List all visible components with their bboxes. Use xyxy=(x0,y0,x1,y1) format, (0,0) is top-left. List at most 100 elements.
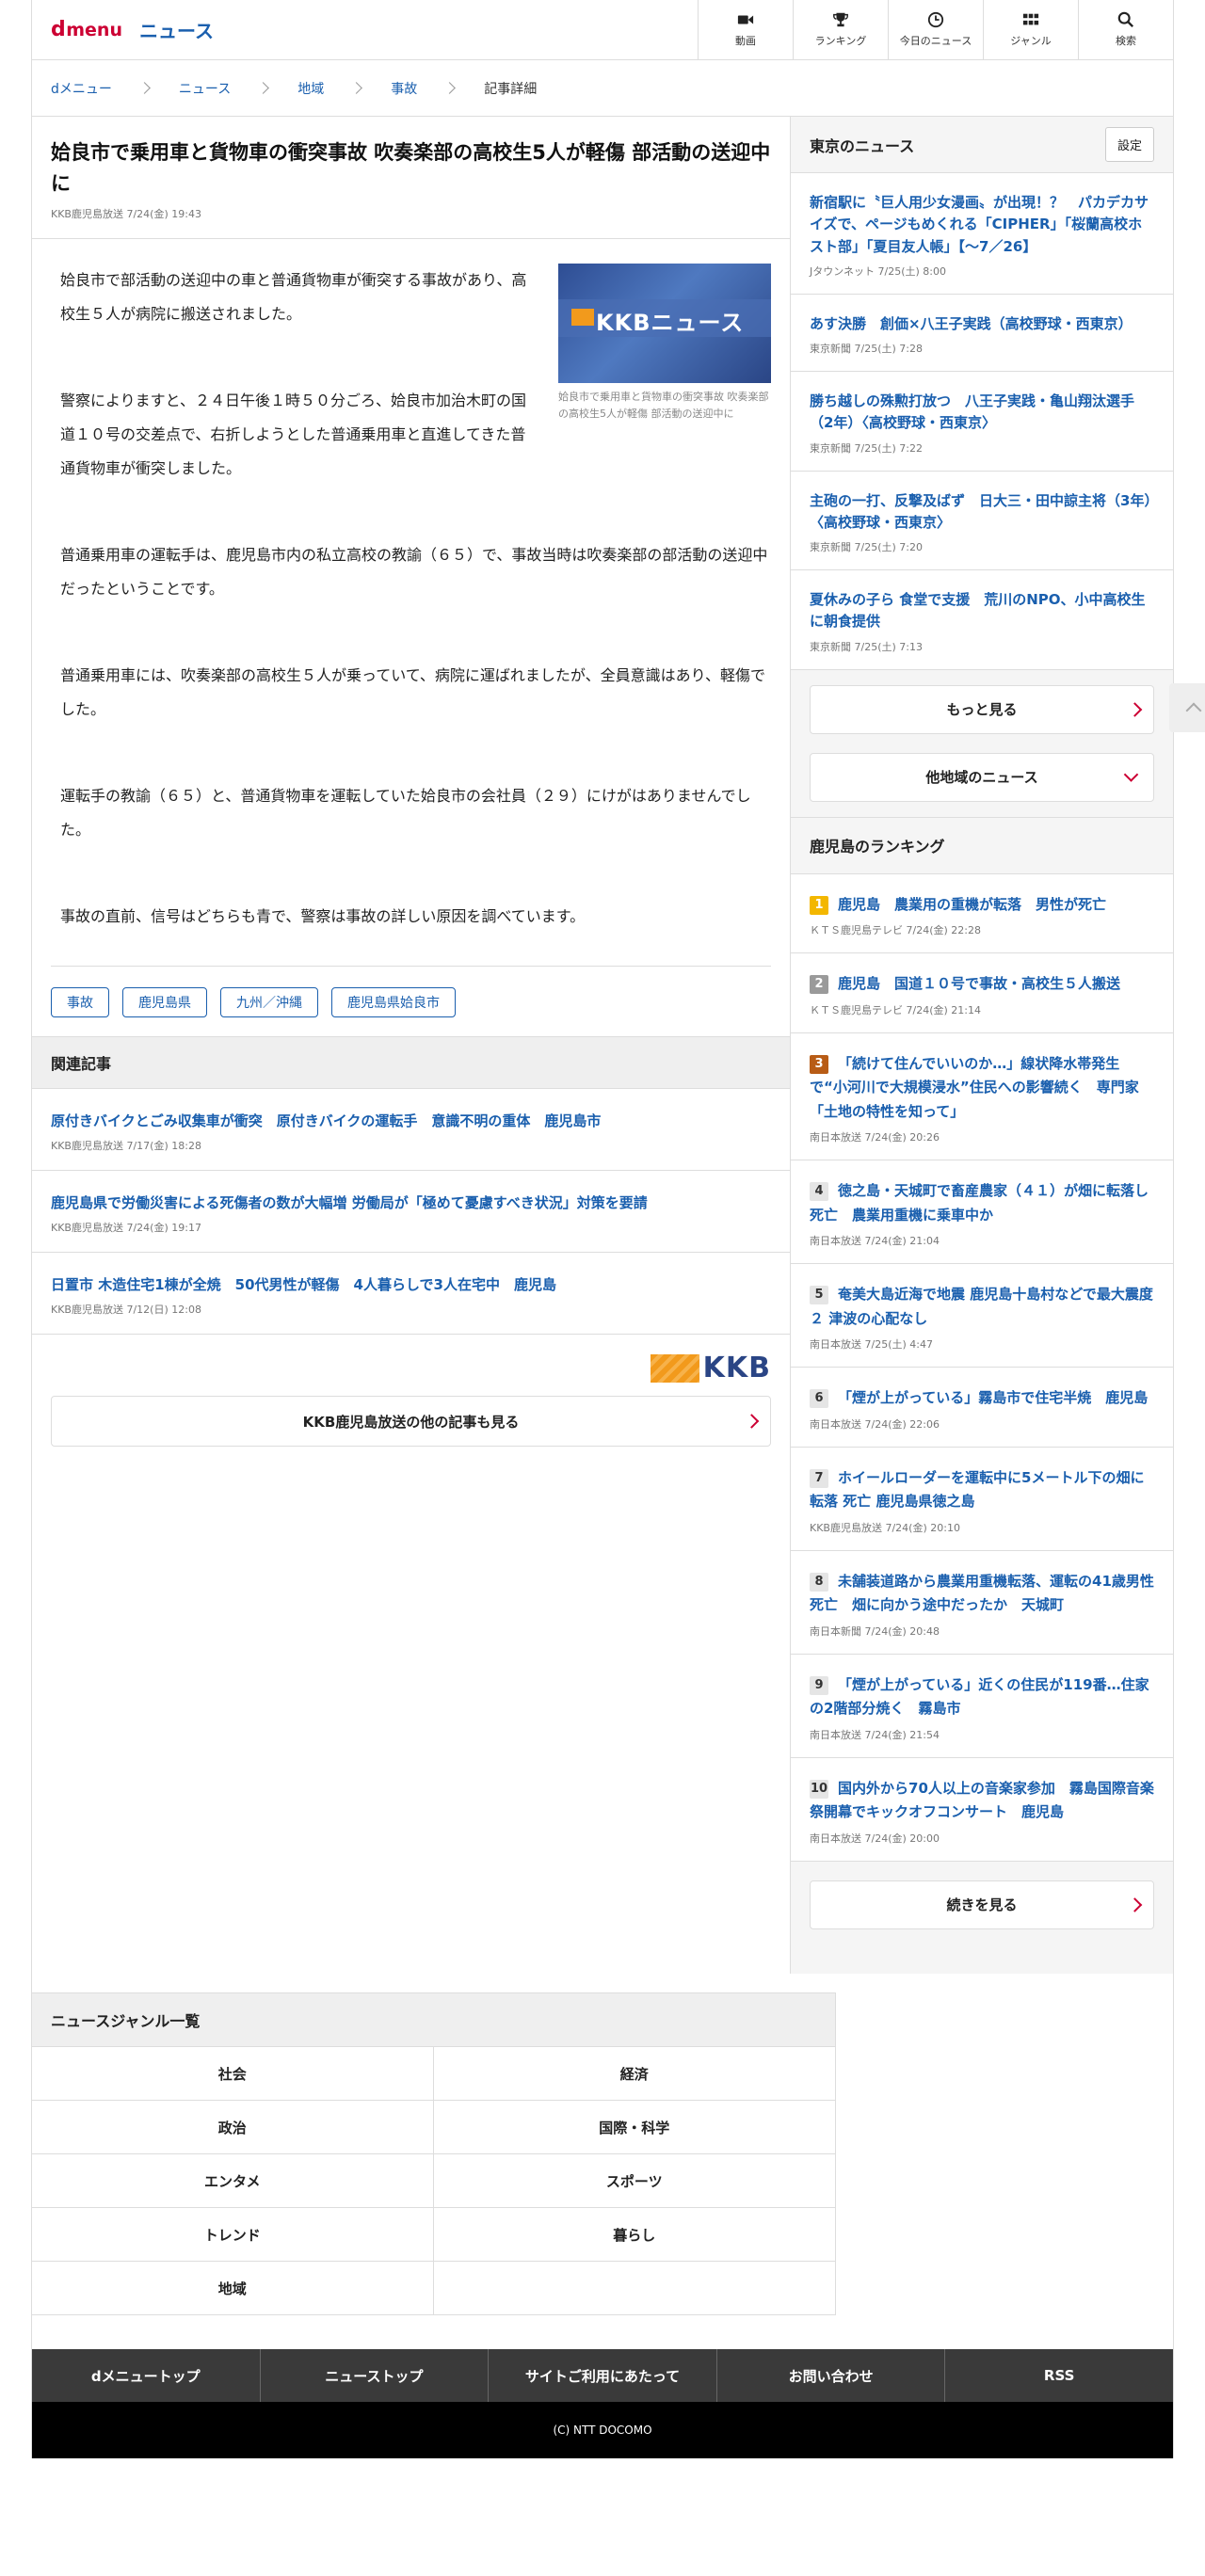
tag-accident[interactable]: 事故 xyxy=(51,987,109,1018)
other-region-button[interactable]: 他地域のニュース xyxy=(810,752,1154,802)
main-spacer xyxy=(32,1447,790,1974)
breadcrumb: dメニュー ニュース 地域 事故 記事詳細 xyxy=(32,60,1173,117)
related-item[interactable]: 原付きバイクとごみ収集車が衝突 原付きバイクの運転手 意識不明の重体 鹿児島市 … xyxy=(32,1089,790,1172)
breadcrumb-chevron-icon xyxy=(257,82,270,94)
content-columns: 姶良市で乗用車と貨物車の衝突事故 吹奏楽部の高校生5人が軽傷 部活動の送迎中に … xyxy=(32,117,1173,1975)
breadcrumb-dmenu[interactable]: dメニュー xyxy=(51,79,112,98)
tokyo-news-title: 新宿駅に〝巨人用少女漫画〟が出現！？ パカデカサイズで、ページもめくれる「CIP… xyxy=(810,194,1149,255)
nav-search[interactable]: 検索 xyxy=(1078,0,1173,59)
related-item[interactable]: 鹿児島県で労働災害による死傷者の数が大幅増 労働局が「極めて憂慮すべき状況」対策… xyxy=(32,1171,790,1254)
page-top-button[interactable] xyxy=(1169,683,1205,732)
provider-logo[interactable]: KKB xyxy=(32,1335,790,1396)
breadcrumb-accident[interactable]: 事故 xyxy=(391,79,417,98)
ranking-item[interactable]: 2 鹿児島 国道１０号で事故・高校生５人搬送 ＫＴＳ鹿児島テレビ 7/24(金) 2… xyxy=(791,953,1173,1033)
ranking-item-title: 2 鹿児島 国道１０号で事故・高校生５人搬送 xyxy=(810,972,1154,997)
genre-entertainment[interactable]: エンタメ xyxy=(32,2154,434,2209)
genre-politics[interactable]: 政治 xyxy=(32,2101,434,2155)
site-header: d menu ニュース 動画 ランキング 今日のニュース ジャンル 検索 xyxy=(32,0,1173,60)
ranking-item-title: 4 徳之島・天城町で畜産農家（４１）が畑に転落し死亡 農業用重機に乗車中か xyxy=(810,1179,1154,1227)
footer-dmenu-top[interactable]: dメニュートップ xyxy=(32,2349,261,2403)
tag-aira[interactable]: 鹿児島県姶良市 xyxy=(331,987,456,1018)
ranking-item[interactable]: 4 徳之島・天城町で畜産農家（４１）が畑に転落し死亡 農業用重機に乗車中か 南日本放… xyxy=(791,1160,1173,1264)
rank-badge: 8 xyxy=(810,1572,828,1592)
ranking-item[interactable]: 5 奄美大島近海で地震 鹿児島十島村などで最大震度２ 津波の心配なし 南日本放送 7… xyxy=(791,1264,1173,1368)
nav-genre-label: ジャンル xyxy=(1010,35,1052,47)
ranking-item[interactable]: 6 「煙が上がっている」霧島市で住宅半焼 鹿児島南日本放送 7/24(金) 22:… xyxy=(791,1368,1173,1448)
ranking-item-text: 「煙が上がっている」霧島市で住宅半焼 鹿児島 xyxy=(838,1389,1149,1406)
nav-genre[interactable]: ジャンル xyxy=(983,0,1078,59)
clock-icon xyxy=(927,11,944,28)
settings-button[interactable]: 設定 xyxy=(1104,127,1154,162)
tokyo-news-item[interactable]: 主砲の一打、反撃及ばず 日大三・田中諒主将（3年）〈高校野球・西東京〉 東京新聞… xyxy=(791,471,1173,570)
search-icon xyxy=(1117,11,1134,28)
ranking-item-text: 未舗装道路から農業用重機転落、運転の41歳男性死亡 畑に向かう途中だったか 天城… xyxy=(810,1572,1154,1614)
ranking-heading: 鹿児島のランキング xyxy=(810,838,945,856)
tag-kagoshima[interactable]: 鹿児島県 xyxy=(122,987,207,1018)
provider-more-button[interactable]: KKB鹿児島放送の他の記事も見る xyxy=(51,1396,771,1448)
article-paragraph: 普通乗用車の運転手は、鹿児島市内の私立高校の教諭（６５）で、事故当時は吹奏楽部の… xyxy=(60,546,768,599)
tokyo-news-header: 東京のニュース 設定 xyxy=(791,117,1173,173)
footer-terms[interactable]: サイトご利用にあたって xyxy=(489,2349,717,2403)
chevron-down-icon xyxy=(1123,766,1139,782)
nav-ranking[interactable]: ランキング xyxy=(793,0,888,59)
genre-region[interactable]: 地域 xyxy=(32,2262,434,2316)
ranking-item[interactable]: 8 未舗装道路から農業用重機転落、運転の41歳男性死亡 畑に向かう途中だったか 天… xyxy=(791,1550,1173,1655)
breadcrumb-current: 記事詳細 xyxy=(484,81,538,97)
ranking-item[interactable]: 9 「煙が上がっている」近くの住民が119番…住家の2階部分焼く 霧島市 南日本放送… xyxy=(791,1654,1173,1758)
tokyo-news-item[interactable]: 勝ち越しの殊勲打放つ 八王子実践・亀山翔汰選手（2年）〈高校野球・西東京〉 東京… xyxy=(791,372,1173,472)
breadcrumb-chevron-icon xyxy=(350,82,363,94)
article-paragraph: 普通乗用車には、吹奏楽部の高校生５人が乗っていて、病院に運ばれましたが、全員意識… xyxy=(60,666,765,719)
chevron-up-icon xyxy=(1185,702,1202,718)
ranking-item-meta: 南日本放送 7/24(金) 21:54 xyxy=(810,1728,940,1741)
footer-rss[interactable]: RSS xyxy=(945,2349,1173,2402)
breadcrumb-news[interactable]: ニュース xyxy=(179,79,231,98)
tokyo-news-meta: Jタウンネット 7/25(土) 8:00 xyxy=(810,264,947,278)
related-item-meta: KKB鹿児島放送 7/24(金) 19:17 xyxy=(51,1222,201,1235)
genre-life[interactable]: 暮らし xyxy=(433,2208,835,2263)
breadcrumb-chevron-icon xyxy=(138,82,151,94)
ranking-item-text: 鹿児島 農業用の重機が転落 男性が死亡 xyxy=(838,895,1107,913)
genre-trend[interactable]: トレンド xyxy=(32,2208,434,2263)
nav-video[interactable]: 動画 xyxy=(698,0,793,59)
ranking-item[interactable]: 3 「続けて住んでいいのか…」線状降水帯発生で“小河川で大規模浸水”住民への影響続… xyxy=(791,1032,1173,1160)
photo-caption: 姶良市で乗用車と貨物車の衝突事故 吹奏楽部の高校生5人が軽傷 部活動の送迎中に xyxy=(558,391,769,420)
tokyo-news-item[interactable]: あす決勝 創価×八王子実践（高校野球・西東京） 東京新聞 7/25(土) 7:2… xyxy=(791,294,1173,372)
site-logo[interactable]: d menu ニュース xyxy=(51,16,214,43)
tokyo-news-item[interactable]: 新宿駅に〝巨人用少女漫画〟が出現！？ パカデカサイズで、ページもめくれる「CIP… xyxy=(791,173,1173,295)
ranking-more-button[interactable]: 続きを見る xyxy=(810,1880,1154,1929)
tokyo-news-title: 主砲の一打、反撃及ばず 日大三・田中諒主将（3年）〈高校野球・西東京〉 xyxy=(810,491,1151,531)
chevron-right-icon xyxy=(744,1414,760,1429)
rank-badge: 3 xyxy=(810,1054,828,1074)
ranking-item[interactable]: 7 ホイールローダーを運転中に5メートル下の畑に転落 死亡 鹿児島県徳之島 KKB鹿… xyxy=(791,1447,1173,1551)
article-photo-image: KKBニュース xyxy=(558,264,771,384)
genre-society[interactable]: 社会 xyxy=(32,2047,434,2102)
nav-today[interactable]: 今日のニュース xyxy=(888,0,983,59)
related-item[interactable]: 日置市 木造住宅1棟が全焼 50代男性が軽傷 4人暮らしで3人在宅中 鹿児島 K… xyxy=(32,1253,790,1336)
footer-contact[interactable]: お問い合わせ xyxy=(717,2349,946,2403)
ranking-actions: 続きを見る xyxy=(791,1861,1173,1948)
tokyo-news-item[interactable]: 夏休みの子ら 食堂で支援 荒川のNPO、小中高校生に朝食提供 東京新聞 7/25… xyxy=(791,570,1173,670)
rank-badge: 6 xyxy=(810,1389,828,1408)
ranking-item-text: 国内外から70人以上の音楽家参加 霧島国際音楽祭開幕でキックオフコンサート 鹿児… xyxy=(810,1779,1154,1821)
more-button-label: もっと見る xyxy=(946,701,1018,718)
tokyo-news-meta: 東京新聞 7/25(土) 7:22 xyxy=(810,441,923,455)
ranking-item[interactable]: 1 鹿児島 農業用の重機が転落 男性が死亡 ＫＴＳ鹿児島テレビ 7/24(金) 22… xyxy=(791,873,1173,953)
genre-empty-cell xyxy=(433,2262,835,2316)
tag-kyushu-okinawa[interactable]: 九州／沖縄 xyxy=(220,987,318,1018)
genre-international[interactable]: 国際・科学 xyxy=(433,2101,835,2155)
page: d menu ニュース 動画 ランキング 今日のニュース ジャンル 検索 dメニ… xyxy=(31,0,1205,2459)
genre-economy[interactable]: 経済 xyxy=(433,2047,835,2102)
genre-sports[interactable]: スポーツ xyxy=(433,2154,835,2209)
article-body: KKBニュース 姶良市で乗用車と貨物車の衝突事故 吹奏楽部の高校生5人が軽傷 部… xyxy=(32,239,790,966)
more-button[interactable]: もっと見る xyxy=(810,684,1154,734)
ranking-item[interactable]: 10 国内外から70人以上の音楽家参加 霧島国際音楽祭開幕でキックオフコンサート … xyxy=(791,1757,1173,1862)
article-photo[interactable]: KKBニュース 姶良市で乗用車と貨物車の衝突事故 吹奏楽部の高校生5人が軽傷 部… xyxy=(558,264,771,422)
footer-news-top[interactable]: ニューストップ xyxy=(261,2349,490,2403)
video-icon xyxy=(737,15,754,24)
ranking-item-title: 1 鹿児島 農業用の重機が転落 男性が死亡 xyxy=(810,893,1154,918)
ranking-item-meta: 南日本放送 7/24(金) 22:06 xyxy=(810,1417,940,1431)
ranking-item-title: 7 ホイールローダーを運転中に5メートル下の畑に転落 死亡 鹿児島県徳之島 xyxy=(810,1466,1154,1514)
breadcrumb-region[interactable]: 地域 xyxy=(297,79,324,98)
ranking-item-meta: 南日本新聞 7/24(金) 20:48 xyxy=(810,1624,940,1638)
breadcrumb-chevron-icon xyxy=(443,82,457,94)
